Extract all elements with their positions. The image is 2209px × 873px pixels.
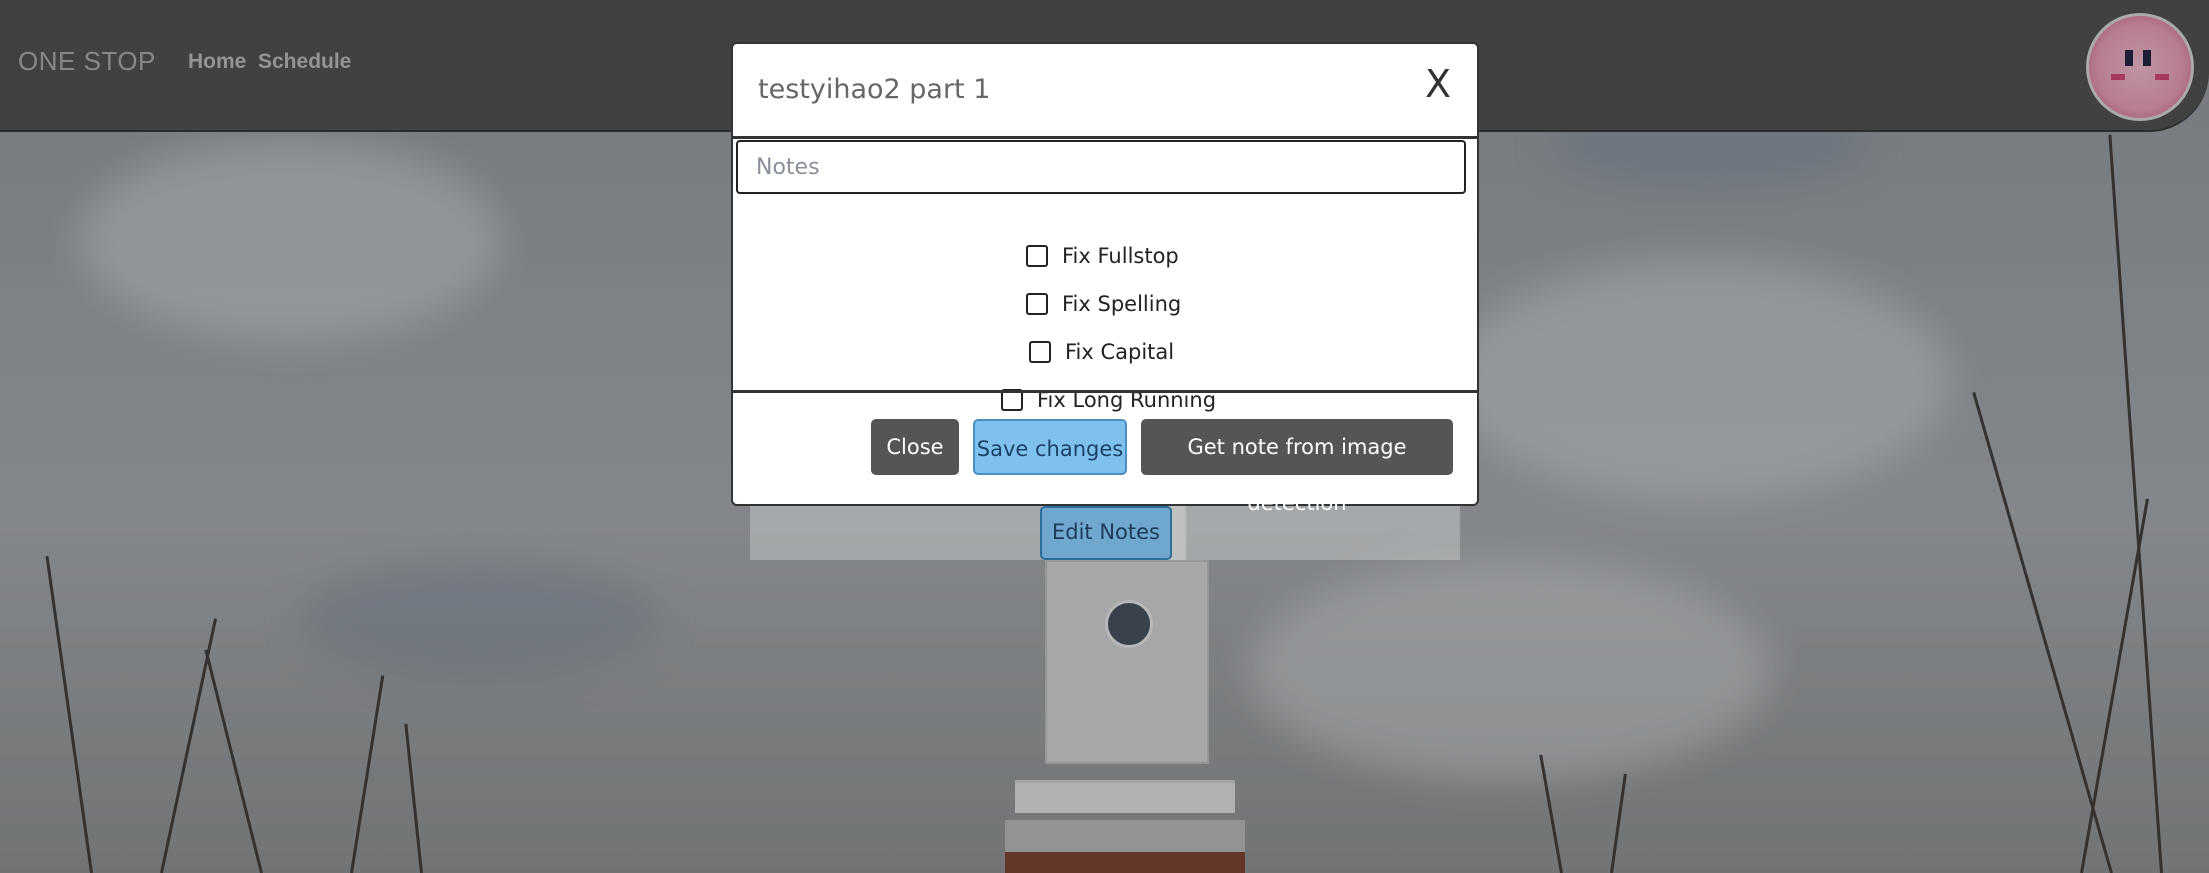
close-button[interactable]: Close	[871, 419, 959, 475]
checkbox-label: Fix Spelling	[1062, 292, 1182, 316]
checkbox-label: Fix Capital	[1065, 340, 1175, 364]
checkbox-label: Fix Fullstop	[1062, 244, 1179, 268]
modal-header: testyihao2 part 1 X	[733, 44, 1477, 139]
save-changes-button[interactable]: Save changes	[973, 419, 1127, 475]
edit-notes-button[interactable]: Edit Notes	[1040, 506, 1172, 560]
checkbox-fix-capital[interactable]: Fix Capital	[1029, 340, 1174, 364]
checkbox-fix-fullstop[interactable]: Fix Fullstop	[1026, 244, 1179, 268]
close-icon[interactable]: X	[1425, 62, 1451, 106]
checkbox-icon[interactable]	[1026, 293, 1048, 315]
modal-footer-divider	[733, 390, 1477, 393]
modal-title: testyihao2 part 1	[758, 74, 991, 105]
checkbox-fix-spelling[interactable]: Fix Spelling	[1026, 292, 1181, 316]
checkbox-icon[interactable]	[1026, 245, 1048, 267]
checkbox-icon[interactable]	[1029, 341, 1051, 363]
image-detection-button[interactable]: Get note from image detection	[1141, 419, 1453, 515]
page: ONE STOP Home Schedule Edit Notes testyi…	[0, 0, 2209, 873]
notes-modal: testyihao2 part 1 X Fix Fullstop Fix Spe…	[731, 42, 1479, 515]
notes-input[interactable]	[736, 140, 1466, 194]
